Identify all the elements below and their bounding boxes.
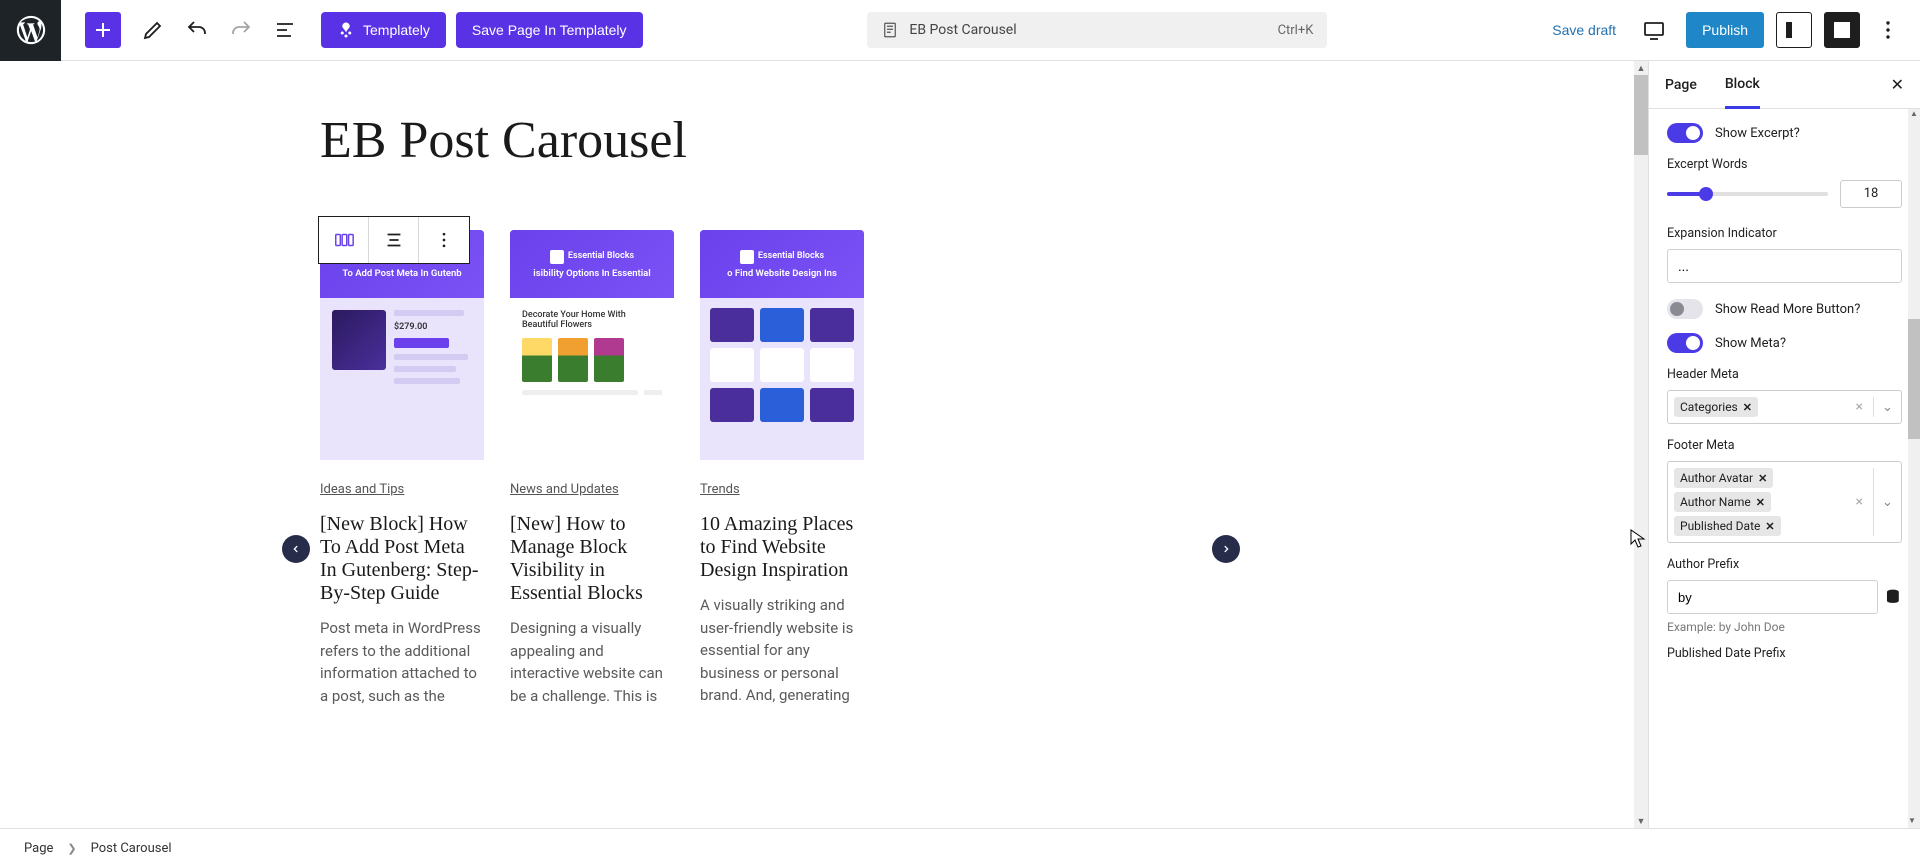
author-prefix-label: Author Prefix — [1667, 557, 1902, 572]
show-excerpt-toggle[interactable] — [1667, 123, 1703, 143]
show-meta-toggle[interactable] — [1667, 333, 1703, 353]
canvas-scrollbar[interactable]: ▲ ▼ — [1634, 61, 1648, 828]
slide-title: [New Block] How To Add Post Meta In Gute… — [320, 513, 484, 605]
excerpt-words-label: Excerpt Words — [1667, 157, 1902, 172]
options-menu-button[interactable] — [1870, 12, 1906, 48]
slide-thumbnail: Essential Blocks To Add Post Meta In Gut… — [320, 230, 484, 460]
expansion-indicator-input[interactable] — [1667, 249, 1902, 283]
breadcrumb-page[interactable]: Page — [24, 841, 53, 856]
block-align-button[interactable] — [369, 217, 419, 263]
sidebar-left-toggle[interactable] — [1776, 12, 1812, 48]
show-meta-label: Show Meta? — [1715, 336, 1786, 351]
page-icon — [881, 21, 899, 39]
show-read-more-toggle[interactable] — [1667, 299, 1703, 319]
redo-button[interactable] — [223, 12, 259, 48]
clear-all-icon[interactable]: × — [1850, 494, 1869, 510]
publish-button[interactable]: Publish — [1686, 12, 1764, 48]
page-title[interactable]: EB Post Carousel — [320, 111, 1328, 170]
clear-all-icon[interactable]: × — [1850, 399, 1869, 415]
save-draft-button[interactable]: Save draft — [1542, 16, 1626, 44]
slide-excerpt: Post meta in WordPress refers to the add… — [320, 617, 484, 707]
wordpress-logo[interactable] — [0, 0, 61, 61]
chevron-right-icon: ❯ — [67, 842, 76, 855]
scrollbar-thumb[interactable] — [1908, 319, 1920, 439]
meta-tag: Published Date✕ — [1674, 516, 1781, 536]
post-carousel-block[interactable]: Essential Blocks To Add Post Meta In Gut… — [320, 230, 1328, 707]
slide-title: [New] How to Manage Block Visibility in … — [510, 513, 674, 605]
sidebar-right-toggle[interactable] — [1824, 12, 1860, 48]
carousel-slide: Essential Blocks To Add Post Meta In Gut… — [320, 230, 484, 707]
slide-category-link[interactable]: Trends — [700, 482, 740, 497]
slide-excerpt: A visually striking and user-friendly we… — [700, 594, 864, 707]
header-meta-select[interactable]: Categories✕ × ⌄ — [1667, 390, 1902, 424]
meta-tag: Categories✕ — [1674, 397, 1758, 417]
breadcrumb: Page ❯ Post Carousel — [0, 828, 1920, 868]
remove-tag-icon[interactable]: ✕ — [1758, 472, 1767, 485]
document-title-bar[interactable]: EB Post Carousel Ctrl+K — [867, 12, 1327, 48]
preview-button[interactable] — [1636, 12, 1672, 48]
slide-thumbnail: Essential Blocks isibility Options In Es… — [510, 230, 674, 460]
carousel-prev-button[interactable] — [282, 535, 310, 563]
carousel-slide: Essential Blocks isibility Options In Es… — [510, 230, 674, 707]
meta-tag: Author Name✕ — [1674, 492, 1771, 512]
author-prefix-helper: Example: by John Doe — [1667, 620, 1902, 634]
templately-label: Templately — [363, 22, 430, 38]
save-templately-button[interactable]: Save Page In Templately — [456, 12, 643, 48]
remove-tag-icon[interactable]: ✕ — [1743, 401, 1752, 414]
breadcrumb-block[interactable]: Post Carousel — [91, 841, 172, 856]
expansion-indicator-label: Expansion Indicator — [1667, 226, 1902, 241]
slide-category-link[interactable]: News and Updates — [510, 482, 619, 497]
remove-tag-icon[interactable]: ✕ — [1756, 496, 1765, 509]
show-read-more-label: Show Read More Button? — [1715, 302, 1860, 317]
sidebar-scrollbar[interactable]: ▲ ▼ — [1908, 109, 1920, 828]
block-more-options-button[interactable] — [419, 217, 469, 263]
templately-button[interactable]: Templately — [321, 12, 446, 48]
remove-tag-icon[interactable]: ✕ — [1765, 520, 1774, 533]
document-title: EB Post Carousel — [909, 22, 1016, 38]
close-sidebar-button[interactable]: ✕ — [1891, 75, 1904, 94]
footer-meta-label: Footer Meta — [1667, 438, 1902, 453]
shortcut-hint: Ctrl+K — [1278, 23, 1314, 38]
tools-pencil-icon[interactable] — [135, 12, 171, 48]
chevron-down-icon[interactable]: ⌄ — [1882, 400, 1893, 415]
document-overview-button[interactable] — [267, 12, 303, 48]
block-toolbar[interactable] — [318, 216, 470, 264]
carousel-next-button[interactable] — [1212, 535, 1240, 563]
show-excerpt-label: Show Excerpt? — [1715, 126, 1800, 141]
carousel-slide: Essential Blocks o Find Website Design I… — [700, 230, 864, 707]
tab-block[interactable]: Block — [1725, 62, 1760, 109]
settings-sidebar: Page Block ✕ Show Excerpt? Excerpt Words… — [1648, 61, 1920, 828]
undo-button[interactable] — [179, 12, 215, 48]
meta-tag: Author Avatar✕ — [1674, 468, 1773, 488]
slide-title: 10 Amazing Places to Find Website Design… — [700, 513, 864, 582]
dynamic-content-icon[interactable] — [1884, 587, 1902, 607]
mouse-cursor-icon — [1630, 529, 1646, 549]
slide-category-link[interactable]: Ideas and Tips — [320, 482, 404, 497]
footer-meta-select[interactable]: Author Avatar✕ Author Name✕ Published Da… — [1667, 461, 1902, 543]
block-type-icon[interactable] — [319, 217, 369, 263]
slide-thumbnail: Essential Blocks o Find Website Design I… — [700, 230, 864, 460]
header-meta-label: Header Meta — [1667, 367, 1902, 382]
chevron-down-icon[interactable]: ⌄ — [1882, 495, 1893, 510]
add-block-button[interactable] — [85, 12, 121, 48]
editor-canvas[interactable]: EB Post Carousel Essential Blocks To Add… — [0, 61, 1648, 828]
slide-excerpt: Designing a visually appealing and inter… — [510, 617, 674, 707]
scrollbar-thumb[interactable] — [1634, 75, 1648, 155]
excerpt-words-value[interactable]: 18 — [1840, 180, 1902, 208]
published-date-prefix-label: Published Date Prefix — [1667, 646, 1902, 661]
excerpt-words-slider[interactable] — [1667, 192, 1828, 196]
tab-page[interactable]: Page — [1665, 63, 1697, 107]
author-prefix-input[interactable] — [1667, 580, 1878, 614]
